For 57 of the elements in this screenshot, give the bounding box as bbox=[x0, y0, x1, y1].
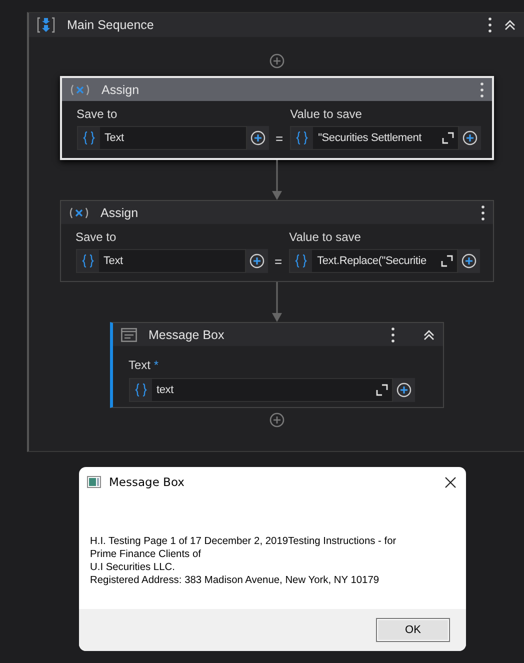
braces-icon bbox=[82, 254, 94, 268]
add-icon bbox=[461, 253, 478, 269]
assign-card[interactable]: Assign Save to Text = Value to save "Securities Settlement bbox=[60, 76, 494, 160]
sequence-title: Main Sequence bbox=[67, 18, 155, 32]
field-label: Text * bbox=[128, 358, 160, 372]
expand-icon[interactable] bbox=[376, 384, 388, 396]
save-to-field[interactable]: Text bbox=[76, 249, 246, 273]
assign-card[interactable]: Assign Save to Text = Value to save Text.Replace("Securitie bbox=[60, 200, 494, 282]
sequence-icon bbox=[37, 16, 55, 34]
equals-sign: = bbox=[274, 254, 282, 271]
add-button[interactable] bbox=[246, 126, 268, 150]
variable-icon bbox=[68, 206, 88, 218]
add-button[interactable] bbox=[458, 249, 480, 273]
activity-title: Assign bbox=[100, 206, 140, 220]
field-label: Value to save bbox=[290, 107, 363, 121]
add-icon bbox=[268, 412, 284, 428]
value-field[interactable]: Text.Replace("Securitie bbox=[289, 249, 458, 273]
close-icon bbox=[445, 476, 456, 488]
ok-button[interactable]: OK bbox=[376, 618, 450, 642]
add-button[interactable] bbox=[246, 249, 268, 273]
braces-icon bbox=[82, 131, 94, 145]
more-icon[interactable] bbox=[480, 82, 484, 98]
dialog-title: Message Box bbox=[109, 475, 186, 489]
save-to-field[interactable]: Text bbox=[76, 126, 246, 150]
add-icon bbox=[462, 130, 478, 146]
more-icon[interactable] bbox=[390, 326, 394, 342]
more-icon[interactable] bbox=[480, 204, 484, 220]
braces-icon bbox=[296, 131, 308, 145]
braces-icon bbox=[295, 254, 308, 268]
add-icon bbox=[396, 382, 412, 398]
connector-arrow bbox=[272, 282, 282, 322]
collapse-icon[interactable] bbox=[504, 19, 516, 31]
equals-sign: = bbox=[276, 131, 284, 148]
collapse-icon[interactable] bbox=[422, 328, 434, 340]
message-box-card[interactable]: Message Box Text * text bbox=[110, 322, 444, 408]
braces-icon bbox=[134, 383, 146, 397]
message-text: H.I. Testing Page 1 of 17 December 2, 2019Testing Instructions - for Prime Finance Clients of U.I Securities LLC. Registered Address: 383 Madison Avenue, New York, NY 10179 bbox=[90, 535, 398, 587]
add-button[interactable] bbox=[459, 126, 482, 150]
add-icon bbox=[268, 53, 284, 69]
activity-title: Assign bbox=[102, 82, 140, 96]
text-field[interactable]: text bbox=[128, 378, 392, 402]
expand-icon[interactable] bbox=[441, 255, 454, 267]
field-label: Value to save bbox=[289, 230, 362, 244]
field-label: Save to bbox=[76, 230, 118, 244]
window-icon bbox=[120, 328, 136, 342]
field-label: Save to bbox=[76, 107, 118, 121]
more-icon[interactable] bbox=[488, 17, 492, 33]
close-button[interactable] bbox=[445, 476, 456, 488]
add-button[interactable] bbox=[392, 378, 414, 402]
activity-title: Message Box bbox=[148, 328, 226, 342]
add-icon bbox=[248, 253, 264, 269]
value-field[interactable]: "Securities Settlement bbox=[290, 126, 460, 150]
add-icon bbox=[250, 130, 266, 146]
app-icon bbox=[87, 476, 101, 488]
variable-icon bbox=[70, 84, 90, 96]
expand-icon[interactable] bbox=[442, 132, 454, 144]
connector-arrow bbox=[272, 160, 282, 200]
